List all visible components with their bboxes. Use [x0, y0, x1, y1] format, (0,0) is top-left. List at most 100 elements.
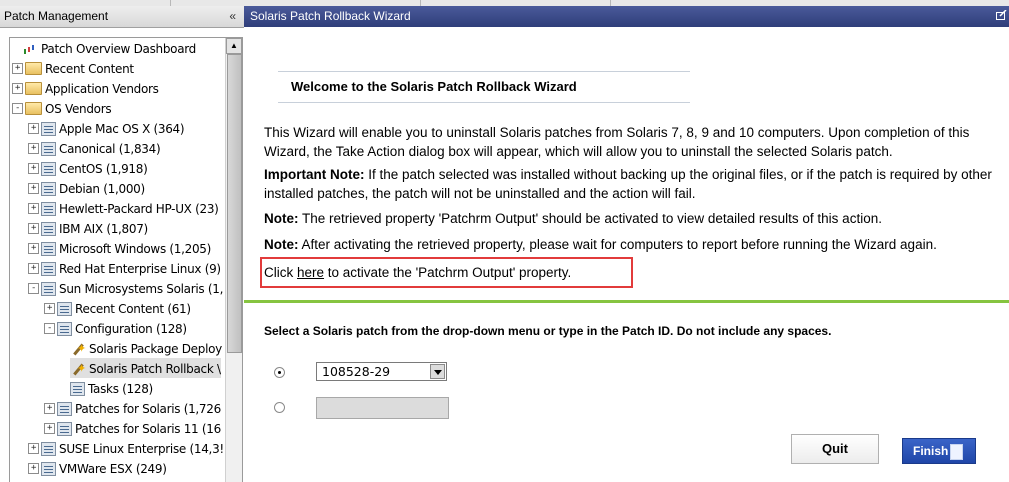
- tree-item[interactable]: + Apple Mac OS X (364): [28, 118, 185, 138]
- tree-item[interactable]: + CentOS (1,918): [28, 158, 148, 178]
- list-icon: [41, 461, 56, 476]
- tree-item-label: CentOS (1,918): [59, 161, 148, 176]
- tree-item-label: Recent Content: [45, 61, 134, 76]
- patch-dropdown-value: 108528-29: [322, 364, 391, 379]
- dashboard-icon: [22, 42, 38, 55]
- tree-item[interactable]: Solaris Patch Rollback \: [70, 358, 221, 379]
- activate-here-link[interactable]: here: [297, 265, 324, 280]
- collapse-icon[interactable]: «: [229, 6, 236, 27]
- expand-icon[interactable]: +: [44, 403, 55, 414]
- tree-item-label: Application Vendors: [45, 81, 159, 96]
- tree-item[interactable]: + Application Vendors: [12, 78, 159, 98]
- list-icon: [57, 301, 72, 316]
- tree-item[interactable]: + Recent Content (61): [44, 298, 191, 318]
- expand-icon[interactable]: +: [28, 123, 39, 134]
- finish-button[interactable]: Finish: [902, 438, 976, 464]
- note-activate: Note: After activating the retrieved pro…: [264, 235, 1004, 254]
- expand-icon[interactable]: +: [28, 163, 39, 174]
- important-note-text: If the patch selected was installed with…: [264, 167, 992, 201]
- tree-item-label: Patches for Solaris 11 (16: [75, 421, 221, 436]
- expand-icon[interactable]: +: [28, 443, 39, 454]
- section-divider: [244, 300, 1009, 303]
- list-icon: [70, 381, 85, 396]
- note-label: Note:: [264, 211, 299, 226]
- expand-icon[interactable]: +: [28, 243, 39, 254]
- folder-icon: [25, 82, 42, 95]
- radio-patch-id-option[interactable]: [274, 402, 285, 413]
- tree-item[interactable]: Patch Overview Dashboard: [22, 38, 196, 58]
- click-prefix: Click: [264, 265, 297, 280]
- navigation-tree: Patch Overview Dashboard + Recent Content +…: [9, 37, 243, 482]
- expand-icon[interactable]: +: [28, 463, 39, 474]
- patch-dropdown[interactable]: 108528-29: [316, 362, 447, 381]
- wizard-icon: [70, 339, 86, 359]
- tree-item[interactable]: Tasks (128): [70, 378, 153, 398]
- tree-item[interactable]: + Patches for Solaris (1,726: [44, 398, 221, 418]
- tree-item[interactable]: + Hewlett-Packard HP-UX (23): [28, 198, 219, 218]
- list-icon: [57, 321, 72, 336]
- quit-button[interactable]: Quit: [791, 434, 879, 464]
- collapse-tree-icon[interactable]: -: [28, 283, 39, 294]
- important-note-label: Important Note:: [264, 167, 365, 182]
- list-icon: [41, 221, 56, 236]
- tree-item[interactable]: Solaris Package Deploy: [70, 338, 222, 359]
- tree-item-label: Solaris Package Deploy: [89, 341, 222, 356]
- tree-item-label: Microsoft Windows (1,205): [59, 241, 212, 256]
- tree-item[interactable]: + IBM AIX (1,807): [28, 218, 148, 238]
- tree-item[interactable]: - OS Vendors: [12, 98, 112, 118]
- tree-item[interactable]: + Red Hat Enterprise Linux (9): [28, 258, 221, 278]
- tree-item[interactable]: - Configuration (128): [44, 318, 187, 338]
- scroll-thumb[interactable]: [227, 54, 242, 353]
- patch-id-input[interactable]: [316, 397, 449, 419]
- tree-item-label: Solaris Patch Rollback \: [89, 361, 221, 376]
- expand-icon[interactable]: +: [28, 263, 39, 274]
- chevron-down-icon[interactable]: [430, 364, 445, 379]
- expand-icon[interactable]: +: [12, 63, 23, 74]
- list-icon: [41, 161, 56, 176]
- collapse-tree-icon[interactable]: -: [12, 103, 23, 114]
- patch-management-panel: Patch Management « Patch Overview Dashbo…: [0, 6, 245, 482]
- welcome-heading: Welcome to the Solaris Patch Rollback Wi…: [291, 79, 577, 94]
- list-icon: [41, 261, 56, 276]
- panel-title: Patch Management: [4, 9, 109, 23]
- scroll-up-arrow-icon[interactable]: ▲: [226, 38, 242, 54]
- list-icon: [41, 201, 56, 216]
- tree-item-label: Red Hat Enterprise Linux (9): [59, 261, 221, 276]
- list-icon: [41, 121, 56, 136]
- expand-icon[interactable]: +: [44, 303, 55, 314]
- tree-item-label: Apple Mac OS X (364): [59, 121, 185, 136]
- tree-item-label: SUSE Linux Enterprise (14,3!: [59, 441, 224, 456]
- expand-icon[interactable]: +: [28, 203, 39, 214]
- tree-scrollbar[interactable]: ▲: [225, 38, 242, 482]
- tree-item[interactable]: + SUSE Linux Enterprise (14,3!: [28, 438, 224, 458]
- expand-icon[interactable]: +: [12, 83, 23, 94]
- expand-icon[interactable]: +: [28, 223, 39, 234]
- list-icon: [57, 401, 72, 416]
- expand-icon[interactable]: +: [28, 143, 39, 154]
- tree-item[interactable]: + Microsoft Windows (1,205): [28, 238, 211, 258]
- panel-header: Patch Management «: [0, 6, 244, 28]
- tree-item-label: OS Vendors: [45, 101, 112, 116]
- click-suffix: to activate the 'Patchrm Output' propert…: [324, 265, 572, 280]
- list-icon: [41, 241, 56, 256]
- activate-property-line: Click here to activate the 'Patchrm Outp…: [264, 265, 571, 280]
- tree-item-label: IBM AIX (1,807): [59, 221, 148, 236]
- important-note: Important Note: If the patch selected wa…: [264, 165, 1004, 203]
- divider: [278, 102, 690, 103]
- expand-icon[interactable]: +: [44, 423, 55, 434]
- tree-item[interactable]: + Canonical (1,834): [28, 138, 161, 158]
- radio-dropdown-option[interactable]: [274, 367, 285, 378]
- tree-item[interactable]: + Patches for Solaris 11 (16: [44, 418, 221, 438]
- tree-item[interactable]: + Recent Content: [12, 58, 134, 78]
- list-icon: [57, 421, 72, 436]
- tree-item[interactable]: + VMWare ESX (249): [28, 458, 167, 478]
- tree-item[interactable]: + Debian (1,000): [28, 178, 145, 198]
- tree-item[interactable]: - Sun Microsystems Solaris (1,: [28, 278, 223, 298]
- collapse-tree-icon[interactable]: -: [44, 323, 55, 334]
- expand-icon[interactable]: +: [28, 183, 39, 194]
- note-patchrm: Note: The retrieved property 'Patchrm Ou…: [264, 209, 1004, 228]
- tree-item-label: Patch Overview Dashboard: [41, 41, 196, 56]
- edit-icon[interactable]: [996, 10, 1007, 20]
- list-icon: [41, 281, 56, 296]
- tree-item-label: Configuration (128): [75, 321, 187, 336]
